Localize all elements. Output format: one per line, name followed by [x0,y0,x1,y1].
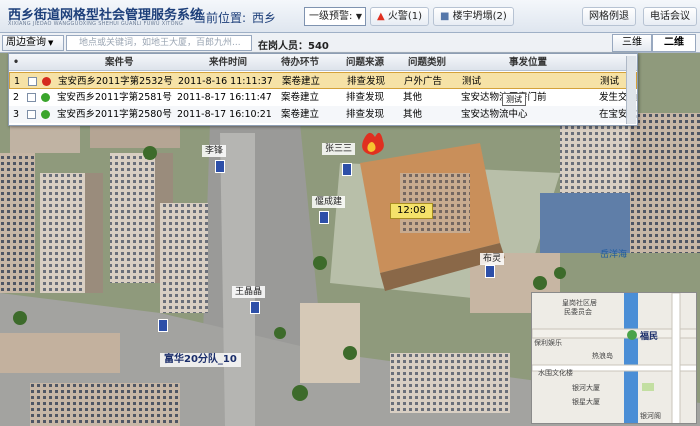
collapse-alert-label: 楼宇坍塌(2) [452,11,507,22]
collapse-alert-button[interactable]: ■ 楼宇坍塌(2) [433,7,514,26]
staff-marker-icon[interactable] [319,211,329,224]
table-header: • 案件号 来件时间 待办环节 问题来源 问题类别 事发位置 [9,54,637,71]
location-breadcrumb: 当前位置: 西乡 [194,9,276,26]
case-location: 宝安达物流中心 [461,109,528,120]
fire-icon: ▲ [377,11,385,22]
minimap-label: 保利娱乐 [534,339,562,347]
staff-marker-icon[interactable] [485,265,495,278]
staff-label: 偃成建 [312,196,346,208]
case-category: 户外广告 [404,76,443,87]
minimap[interactable]: 皇岗社区居 民委员会 福民 热浪岛 水围文化楼 银河大厦 银星大厦 保利娱乐 银… [531,292,697,424]
minimap-label: 银河大厦 [572,384,600,392]
status-green-icon [41,110,50,119]
toolbar: 周边查询 ▼ 地点或关键词，如地王大厦，百郎九州... 在岗人员：540 三维 二… [0,33,700,53]
row-index: 2 [13,92,20,103]
staff-label: 张三三 [322,143,356,155]
tooltip: 测试 [502,93,526,106]
row-checkbox[interactable] [27,93,36,102]
case-step: 案卷建立 [281,92,320,103]
col-header[interactable]: 案件号 [105,54,134,71]
status-green-icon [41,93,50,102]
app-window: 李锋 张三三 偃成建 王晶晶 布灵 岳洋海 富华20分队_10 12:08 西乡… [0,0,700,426]
case-category: 其他 [403,92,423,103]
location-value: 西乡 [252,11,277,25]
table-row[interactable]: 2 宝安西乡2011字第2581号 2011-8-17 16:11:47 案卷建… [9,89,637,106]
staff-label: 布灵 [480,253,505,265]
minimap-label: 福民 [640,332,659,342]
table-scrollbar[interactable] [626,56,636,124]
row-checkbox[interactable] [28,77,37,86]
case-step: 案卷建立 [281,109,320,120]
staff-marker-icon[interactable] [215,160,225,173]
building-icon: ■ [440,11,450,22]
staff-marker-icon[interactable] [158,319,168,332]
nearby-search-button[interactable]: 周边查询 ▼ [2,35,64,51]
case-time: 2011-8-16 11:11:37 [178,76,273,87]
search-input[interactable]: 地点或关键词，如地王大厦，百郎九州... [66,35,252,51]
minimap-label: 水围文化楼 [538,369,573,377]
place-label: 岳洋海 [600,250,628,260]
app-subtitle: XIXIANG JIEDAO WANGGUOXING SHEHUI GUANLI… [8,21,184,27]
case-number: 宝安西乡2011字第2580号 [57,109,172,120]
case-time: 2011-8-17 16:10:21 [177,109,272,120]
case-location: 测试 [462,76,482,87]
status-red-icon [42,77,51,86]
col-header[interactable]: 事发位置 [509,54,547,71]
phone-conference-button[interactable]: 电话会议 [643,7,697,26]
view-2d-button[interactable]: 二维 [652,34,696,52]
case-number: 宝安西乡2011字第2581号 [57,92,172,103]
row-index: 1 [14,76,21,87]
squad-label: 富华20分队_10 [160,353,241,367]
minimap-canvas [532,293,696,423]
staff-marker-icon[interactable] [250,301,260,314]
case-number: 宝安西乡2011字第2532号 [58,76,173,87]
col-header[interactable]: 来件时间 [209,54,247,71]
row-checkbox[interactable] [27,110,36,119]
chevron-down-icon: ▼ [48,39,54,47]
online-staff-count: 在岗人员：540 [258,41,329,52]
header-bar: 西乡街道网格型社会管理服务系统 XIXIANG JIEDAO WANGGUOXI… [0,0,700,33]
row-index: 3 [13,109,20,120]
fire-alert-label: 火警(1) [387,11,423,22]
table-row[interactable]: 1 宝安西乡2011字第2532号 2011-8-16 11:11:37 案卷建… [9,72,637,89]
minimap-label: 银河阁 [640,412,661,420]
fire-time-badge[interactable]: 12:08 [390,203,433,219]
fire-alert-button[interactable]: ▲ 火警(1) [370,7,430,26]
col-header[interactable]: 问题类别 [408,54,446,71]
col-header[interactable]: 问题来源 [346,54,384,71]
staff-label: 李锋 [202,145,227,157]
case-time: 2011-8-17 16:11:47 [177,92,272,103]
case-table: • 案件号 来件时间 待办环节 问题来源 问题类别 事发位置 1 宝安西乡201… [8,53,638,126]
location-label: 当前位置: [194,11,247,25]
case-source: 排查发现 [347,76,386,87]
case-source: 排查发现 [346,92,385,103]
staff-marker-icon[interactable] [342,163,352,176]
case-category: 其他 [403,109,423,120]
alert-level-select[interactable]: 一级预警: ▼ [304,7,366,26]
staff-label: 王晶晶 [232,286,266,298]
case-step: 案卷建立 [282,76,321,87]
col-header[interactable]: 待办环节 [281,54,319,71]
alert-level-value: 一级预警: [309,11,353,22]
header-index-icon: • [13,57,20,68]
case-extra: 测试 [600,76,620,87]
view-3d-button[interactable]: 三维 [612,34,652,52]
table-row[interactable]: 3 宝安西乡2011字第2580号 2011-8-17 16:10:21 案卷建… [9,106,637,123]
nearby-search-label: 周边查询 [6,37,46,48]
minimap-label: 银星大厦 [572,398,600,406]
minimap-label: 热浪岛 [592,352,613,360]
minimap-label: 民委员会 [564,308,592,316]
case-source: 排查发现 [346,109,385,120]
grid-button[interactable]: 网格例退 [582,7,636,26]
chevron-down-icon: ▼ [355,12,362,21]
